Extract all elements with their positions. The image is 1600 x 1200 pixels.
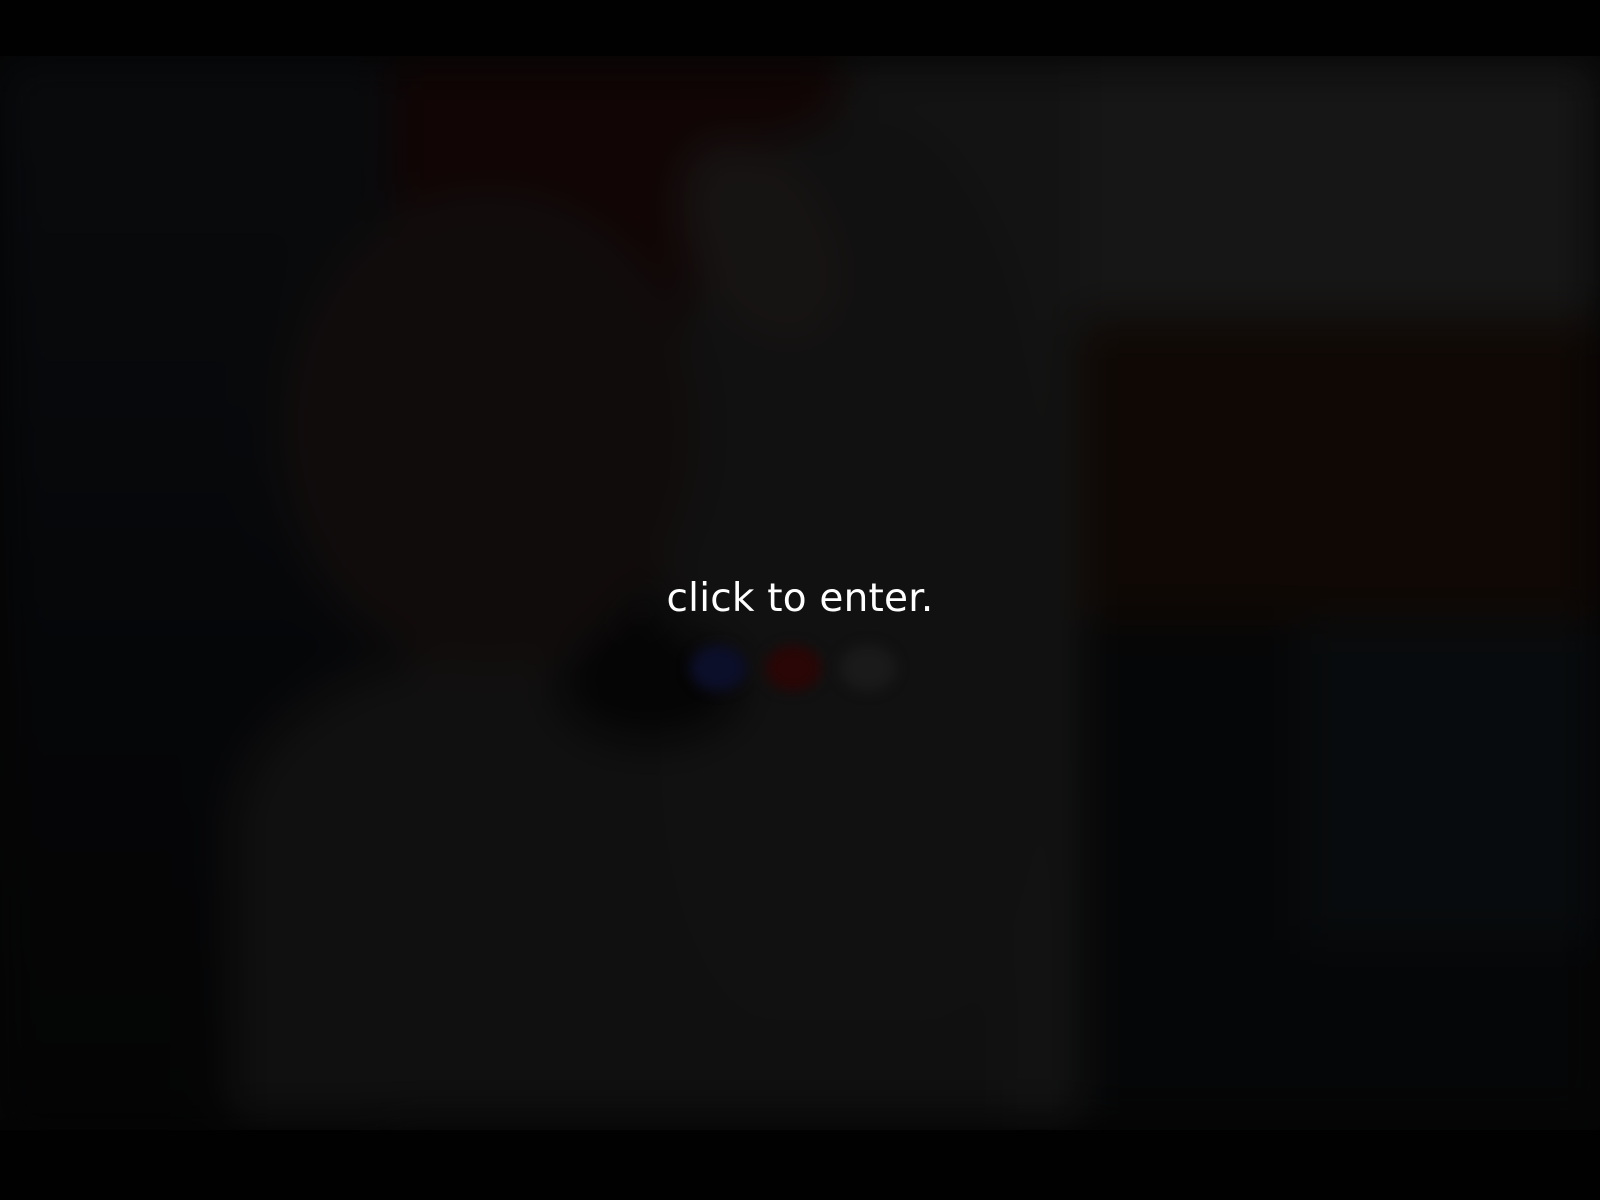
enter-prompt[interactable]: click to enter.	[0, 576, 1600, 621]
blurred-button-icon	[690, 645, 746, 691]
click-to-enter-overlay[interactable]: click to enter.	[0, 0, 1600, 1200]
blurred-social-buttons	[680, 645, 920, 695]
blurred-button-icon	[840, 645, 896, 691]
splash-page: click to enter.	[0, 0, 1600, 1200]
blurred-button-icon	[765, 645, 821, 691]
